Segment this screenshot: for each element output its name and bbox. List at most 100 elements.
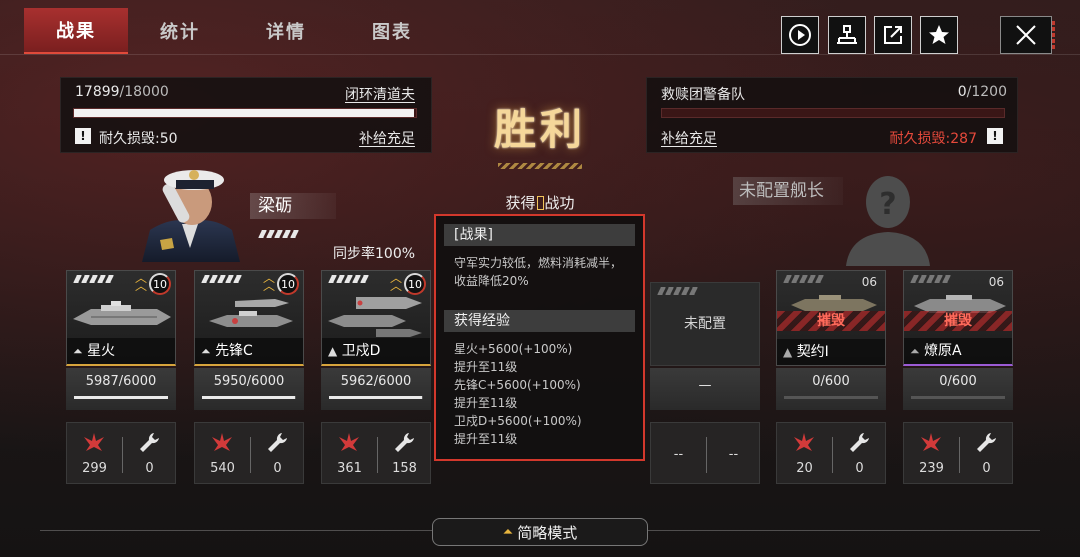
export-button[interactable] xyxy=(874,16,912,54)
ship-hp-bar xyxy=(911,396,1005,399)
merit-icon xyxy=(536,196,544,210)
merit-suffix: 战功 xyxy=(544,194,575,212)
tab-battle-result[interactable]: 战果 xyxy=(24,8,128,54)
report-exp-heading: 获得经验 xyxy=(444,310,635,332)
repair-stat: 0 xyxy=(122,423,177,485)
right-fleet-hp: 0/1200 xyxy=(958,84,1007,100)
left-fleet-hp-max: /18000 xyxy=(119,84,169,100)
close-button[interactable] xyxy=(1000,16,1055,54)
damage-value: -- xyxy=(673,447,684,462)
repair-stat: 0 xyxy=(250,423,305,485)
tab-details[interactable]: 详情 xyxy=(234,8,338,54)
ship-hp-text: 5962/6000 xyxy=(340,374,412,389)
left-supply-status[interactable]: 补给充足 xyxy=(359,128,415,148)
damage-stat: -- xyxy=(651,423,706,485)
repair-value: 0 xyxy=(855,461,864,476)
ship-card-vanguard-c[interactable]: ︿ ︿ 10 ⏶ 先锋C xyxy=(194,270,304,366)
ship-image xyxy=(328,297,422,337)
rank-stripes xyxy=(783,275,825,283)
ship-image xyxy=(209,299,293,327)
repair-stat: 0 xyxy=(832,423,887,485)
ship-name-row: ▲ 卫戍D xyxy=(322,338,430,364)
ship-hp-vanguard-c: 5950/6000 xyxy=(194,368,304,410)
svg-text:?: ? xyxy=(879,187,896,222)
favorite-button[interactable] xyxy=(920,16,958,54)
ship-hp-text: 5950/6000 xyxy=(213,374,285,389)
ship-card-liaoyuan-a[interactable]: 06 摧毁 ⏶ 燎原A xyxy=(903,270,1013,366)
ship-hp-fill xyxy=(74,396,168,399)
left-fleet-name[interactable]: 闭环清道夫 xyxy=(345,84,415,104)
ship-class-icon: ▲ xyxy=(783,345,793,359)
ship-card-empty[interactable]: 未配置 xyxy=(650,282,760,366)
ship-hp-bar xyxy=(202,396,296,399)
damage-stat: 361 xyxy=(322,423,377,485)
ship-hp-liaoyuan-a: 0/600 xyxy=(903,368,1013,410)
victory-decoration xyxy=(498,163,582,169)
ship-name-row: ⏶ 先锋C xyxy=(195,338,303,364)
tab-statistics[interactable]: 统计 xyxy=(128,8,232,54)
ship-card-garrison-d[interactable]: ︿ ︿ 10 ▲ 卫戍D xyxy=(321,270,431,366)
damage-stat: 540 xyxy=(195,423,250,485)
right-fleet-panel: 救赎团警备队 0/1200 补给充足 耐久损毁:287 ! xyxy=(646,77,1018,153)
ship-name-row: ⏶ 燎原A xyxy=(904,338,1012,364)
ship-stats-garrison-d: 361 158 xyxy=(321,422,431,484)
commander-portrait[interactable] xyxy=(132,160,248,262)
repair-stat: 158 xyxy=(377,423,432,485)
left-fleet-hp-bar xyxy=(73,108,417,118)
ship-hp-text: — xyxy=(698,378,712,393)
wrench-icon xyxy=(850,433,869,452)
share-node-icon xyxy=(837,25,857,44)
ship-stats-empty: -- -- xyxy=(650,422,760,484)
external-link-icon xyxy=(884,26,902,44)
damage-value: 239 xyxy=(919,461,944,476)
ship-hp-fill xyxy=(329,396,423,399)
simple-mode-button[interactable]: ⏶ 简略模式 xyxy=(432,518,648,546)
right-supply-status[interactable]: 补给充足 xyxy=(661,128,717,148)
ship-stats-contract-i: 20 0 xyxy=(776,422,886,484)
ship-level: 06 xyxy=(988,275,1004,289)
left-fleet-hp-fill xyxy=(74,109,414,117)
ship-class-icon: ⏶ xyxy=(910,344,920,358)
rank-stripes xyxy=(328,275,370,283)
damage-value: 299 xyxy=(82,461,107,476)
simple-mode-label: 简略模式 xyxy=(517,523,578,542)
close-icon xyxy=(1016,25,1036,45)
ship-image xyxy=(73,301,171,325)
damage-icon xyxy=(794,433,814,451)
damage-icon xyxy=(212,433,232,451)
exp-line: 提升至11级 xyxy=(454,396,518,410)
report-result-heading: [战果] xyxy=(444,224,635,246)
wrench-icon xyxy=(268,433,287,452)
ship-name: 燎原A xyxy=(924,343,962,359)
rank-stripes xyxy=(657,287,699,295)
destroyed-banner: 摧毁 xyxy=(777,311,885,331)
double-chevron-up-icon: ⏶ xyxy=(502,524,514,540)
share-button[interactable] xyxy=(828,16,866,54)
ship-name: 星火 xyxy=(87,343,116,359)
ship-stats-xinghuo: 299 0 xyxy=(66,422,176,484)
damage-value: 540 xyxy=(210,461,235,476)
rank-stripes xyxy=(201,275,243,283)
report-exp-list: 星火+5600(+100%) 提升至11级 先锋C+5600(+100%) 提升… xyxy=(444,340,635,448)
ship-hp-bar xyxy=(784,396,878,399)
ship-card-xinghuo[interactable]: ︿ ︿ 10 ⏶ 星火 xyxy=(66,270,176,366)
repair-value: 0 xyxy=(145,461,154,476)
ship-name-row: ▲ 契约I xyxy=(777,339,885,365)
ship-name-row: ⏶ 星火 xyxy=(67,338,175,364)
ship-class-icon: ▲ xyxy=(328,344,338,358)
left-durability-loss: 耐久损毁:50 xyxy=(99,131,178,147)
replay-button[interactable] xyxy=(781,16,819,54)
tab-divider xyxy=(0,54,1080,55)
ship-class-icon: ⏶ xyxy=(73,344,83,358)
ship-name: 先锋C xyxy=(215,343,253,359)
ship-level-badge: 10 xyxy=(149,273,171,295)
battle-report-panel: [战果] 守军实力较低，燃料消耗减半，收益降低20% 获得经验 星火+5600(… xyxy=(434,214,645,461)
exp-line: 星火+5600(+100%) xyxy=(454,342,573,356)
damage-stat: 20 xyxy=(777,423,832,485)
ship-card-contract-i[interactable]: 06 摧毁 ▲ 契约I xyxy=(776,270,886,366)
unconfigured-label: 未配置 xyxy=(684,316,726,332)
rank-stripes xyxy=(73,275,115,283)
tab-charts[interactable]: 图表 xyxy=(340,8,444,54)
ship-stats-vanguard-c: 540 0 xyxy=(194,422,304,484)
commander-name: 梁砺 xyxy=(250,193,336,219)
